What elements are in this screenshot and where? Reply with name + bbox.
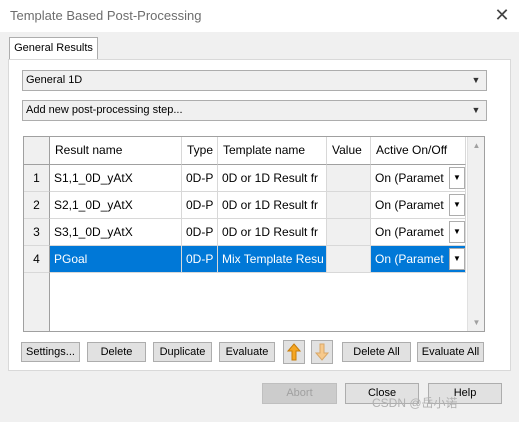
- cell-template-name[interactable]: 0D or 1D Result fr: [218, 192, 327, 219]
- column-header-active[interactable]: Active On/Off: [371, 137, 466, 165]
- post-processing-step-value: Add new post-processing step...: [26, 104, 183, 116]
- chevron-down-icon: ▼: [471, 105, 481, 115]
- grid-scrollbar[interactable]: ▲ ▼: [467, 137, 484, 331]
- move-down-button[interactable]: [311, 340, 333, 364]
- move-up-button[interactable]: [283, 340, 305, 364]
- cell-result-name[interactable]: S2,1_0D_yAtX: [50, 192, 182, 219]
- settings-button[interactable]: Settings...: [21, 342, 80, 362]
- cell-value: [327, 219, 371, 246]
- active-value: On (Paramet: [375, 198, 444, 212]
- delete-button[interactable]: Delete: [87, 342, 146, 362]
- active-value: On (Paramet: [375, 252, 444, 266]
- close-window-button[interactable]: ✕: [488, 2, 516, 28]
- cell-template-name[interactable]: 0D or 1D Result fr: [218, 219, 327, 246]
- row-header[interactable]: 1: [24, 165, 50, 192]
- cell-type[interactable]: 0D-P: [182, 192, 218, 219]
- tab-general-results[interactable]: General Results: [9, 37, 98, 60]
- cell-result-name[interactable]: PGoal: [50, 246, 182, 273]
- chevron-down-icon[interactable]: ▼: [449, 194, 465, 216]
- arrow-up-icon: [286, 343, 302, 361]
- evaluate-all-button[interactable]: Evaluate All: [417, 342, 484, 362]
- column-header-result-name[interactable]: Result name: [50, 137, 182, 165]
- chevron-down-icon[interactable]: ▼: [449, 167, 465, 189]
- cell-template-name[interactable]: 0D or 1D Result fr: [218, 165, 327, 192]
- row-header-empty: [24, 273, 50, 331]
- row-header[interactable]: 3: [24, 219, 50, 246]
- delete-all-button[interactable]: Delete All: [342, 342, 411, 362]
- cell-value: [327, 246, 371, 273]
- scroll-down-icon[interactable]: ▼: [468, 314, 485, 331]
- cell-result-name[interactable]: S1,1_0D_yAtX: [50, 165, 182, 192]
- scroll-up-icon[interactable]: ▲: [468, 137, 485, 154]
- cell-template-name[interactable]: Mix Template Resu: [218, 246, 327, 273]
- column-header-type[interactable]: Type: [182, 137, 218, 165]
- column-header-value[interactable]: Value: [327, 137, 371, 165]
- cell-active[interactable]: On (Paramet ▼: [371, 246, 466, 273]
- cell-result-name[interactable]: S3,1_0D_yAtX: [50, 219, 182, 246]
- cell-active[interactable]: On (Paramet ▼: [371, 219, 466, 246]
- cell-active[interactable]: On (Paramet ▼: [371, 192, 466, 219]
- grid-corner: [24, 137, 50, 165]
- chevron-down-icon[interactable]: ▼: [449, 248, 465, 270]
- row-header[interactable]: 4: [24, 246, 50, 273]
- cell-active[interactable]: On (Paramet ▼: [371, 165, 466, 192]
- cell-type[interactable]: 0D-P: [182, 246, 218, 273]
- result-category-value: General 1D: [26, 74, 83, 86]
- evaluate-button[interactable]: Evaluate: [219, 342, 275, 362]
- chevron-down-icon[interactable]: ▼: [449, 221, 465, 243]
- cell-type[interactable]: 0D-P: [182, 219, 218, 246]
- cell-type[interactable]: 0D-P: [182, 165, 218, 192]
- chevron-down-icon: ▼: [471, 75, 481, 85]
- abort-button[interactable]: Abort: [262, 383, 337, 404]
- result-category-combobox[interactable]: General 1D ▼: [22, 70, 487, 91]
- post-processing-step-combobox[interactable]: Add new post-processing step... ▼: [22, 100, 487, 121]
- active-value: On (Paramet: [375, 171, 444, 185]
- results-grid[interactable]: Result name Type Template name Value Act…: [23, 136, 485, 332]
- row-header[interactable]: 2: [24, 192, 50, 219]
- cell-value: [327, 165, 371, 192]
- duplicate-button[interactable]: Duplicate: [153, 342, 212, 362]
- arrow-down-icon: [314, 343, 330, 361]
- active-value: On (Paramet: [375, 225, 444, 239]
- watermark: CSDN @岳小诺: [372, 396, 458, 410]
- window-title: Template Based Post-Processing: [10, 8, 202, 23]
- cell-value: [327, 192, 371, 219]
- column-header-template-name[interactable]: Template name: [218, 137, 327, 165]
